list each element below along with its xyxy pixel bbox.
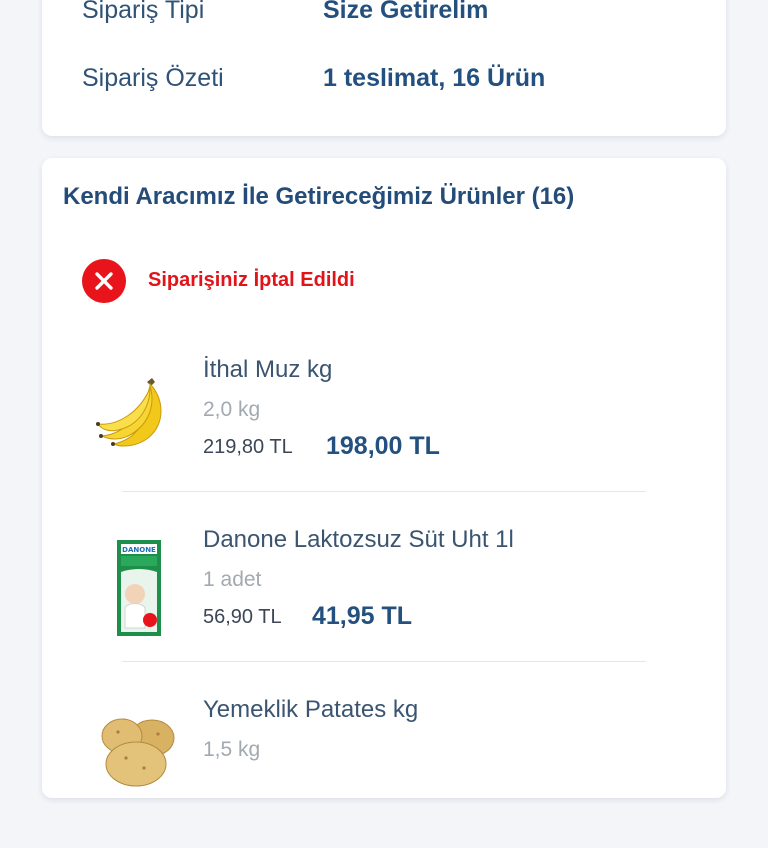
- potato-image: [92, 708, 182, 798]
- order-summary-card: Sipariş Tipi Size Getirelim Sipariş Özet…: [42, 0, 726, 136]
- product-quantity: 1,5 kg: [203, 738, 261, 761]
- order-summary-value: 1 teslimat, 16 Ürün: [323, 64, 546, 92]
- order-type-label: Sipariş Tipi: [82, 0, 205, 24]
- product-old-price: 56,90 TL: [203, 606, 282, 628]
- product-name: İthal Muz kg: [203, 356, 333, 383]
- divider: [122, 661, 646, 662]
- divider: [122, 491, 646, 492]
- products-card: Kendi Aracımız İle Getireceğimiz Ürünler…: [42, 158, 726, 798]
- product-item[interactable]: Yemeklik Patates kg 1,5 kg: [42, 688, 726, 848]
- product-item[interactable]: DANONE Danone Laktozsuz Süt Uht 1l 1 ade…: [42, 518, 726, 678]
- product-price: 41,95 TL: [312, 602, 413, 630]
- product-item[interactable]: İthal Muz kg 2,0 kg 219,80 TL 198,00 TL: [42, 348, 726, 508]
- order-summary-label: Sipariş Özeti: [82, 64, 224, 92]
- product-price: 198,00 TL: [326, 432, 440, 460]
- section-title: Kendi Aracımız İle Getireceğimiz Ürünler…: [63, 183, 575, 210]
- order-type-value: Size Getirelim: [323, 0, 489, 24]
- milk-carton-image: DANONE: [92, 538, 182, 636]
- product-name: Yemeklik Patates kg: [203, 696, 419, 723]
- close-circle-icon: [82, 259, 126, 303]
- product-name: Danone Laktozsuz Süt Uht 1l: [203, 526, 514, 553]
- product-quantity: 2,0 kg: [203, 398, 261, 421]
- product-quantity: 1 adet: [203, 568, 262, 591]
- product-old-price: 219,80 TL: [203, 436, 293, 458]
- status-text: Siparişiniz İptal Edildi: [148, 269, 355, 291]
- banana-image: [92, 368, 182, 458]
- svg-text:DANONE: DANONE: [122, 546, 156, 554]
